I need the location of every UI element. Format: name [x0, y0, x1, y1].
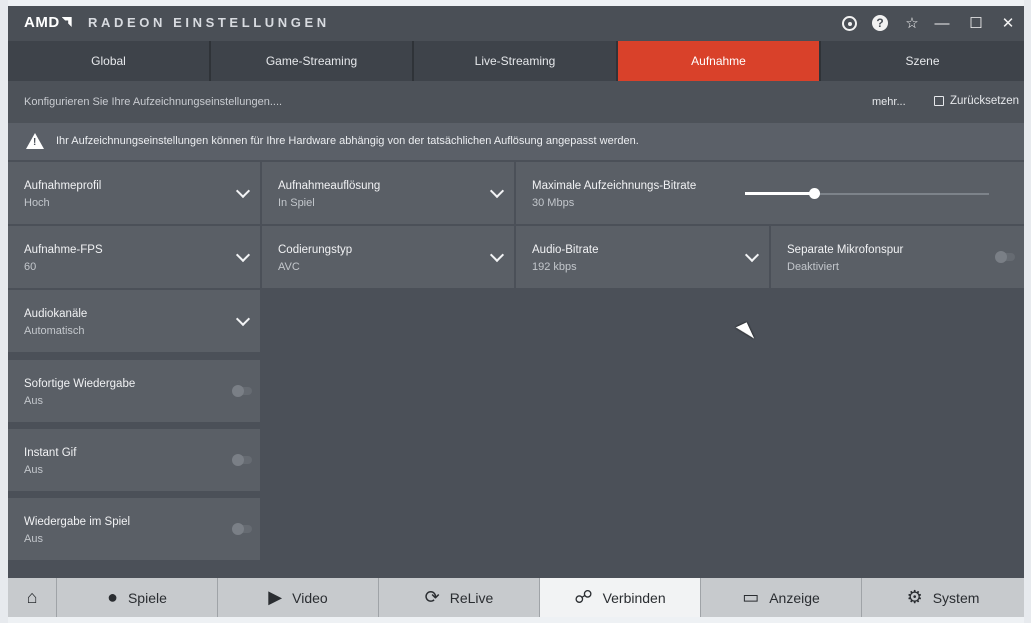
mic-track-toggle[interactable] — [995, 251, 1015, 263]
tab-global[interactable]: Global — [8, 41, 211, 81]
reset-label: Zurücksetzen — [950, 95, 1020, 107]
bitrate-label: Maximale Aufzeichnungs-Bitrate — [532, 180, 697, 192]
background-window-edge-right — [1024, 0, 1031, 623]
chevron-down-icon — [744, 247, 760, 263]
nav-label: Spiele — [127, 589, 167, 606]
chevron-down-icon — [235, 183, 251, 199]
radeon-settings-window: AMD RADEON EINSTELLUNGEN ? ☆ — ☐ ✕ Globa… — [8, 6, 1024, 617]
tab-bar: Global Game-Streaming Live-Streaming Auf… — [8, 41, 1024, 81]
fps-label: Aufnahme-FPS — [24, 244, 103, 256]
nav-label: Verbinden — [602, 589, 666, 606]
instant-replay-toggle-tile[interactable]: Sofortige Wiedergabe Aus — [8, 360, 260, 422]
mic-track-toggle-tile[interactable]: Separate Mikrofonspur Deaktiviert — [771, 226, 1024, 288]
nav-home[interactable]: ⌂ — [8, 578, 57, 617]
play-icon: ▶ — [268, 587, 283, 607]
more-link[interactable]: mehr... — [872, 96, 906, 108]
profile-dropdown[interactable]: Aufnahmeprofil Hoch — [8, 162, 260, 224]
chevron-down-icon — [489, 183, 505, 199]
page-description: Konfigurieren Sie Ihre Aufzeichnungseins… — [24, 96, 283, 108]
fps-dropdown[interactable]: Aufnahme-FPS 60 — [8, 226, 260, 288]
bitrate-slider-tile: Maximale Aufzeichnungs-Bitrate 30 Mbps — [516, 162, 1024, 224]
instant-gif-toggle[interactable] — [232, 454, 252, 466]
resolution-dropdown[interactable]: Aufnahmeauflösung In Spiel — [262, 162, 514, 224]
bitrate-slider-thumb[interactable] — [809, 188, 820, 199]
instant-gif-value: Aus — [24, 464, 43, 476]
resolution-value: In Spiel — [278, 197, 315, 209]
profile-value: Hoch — [24, 197, 50, 209]
ingame-replay-value: Aus — [24, 533, 43, 545]
nav-video[interactable]: ▶ Video — [218, 578, 379, 617]
bitrate-slider-fill — [745, 192, 815, 195]
channels-label: Audiokanäle — [24, 308, 88, 320]
title-bar[interactable]: AMD RADEON EINSTELLUNGEN ? ☆ — ☐ ✕ — [8, 6, 1024, 41]
ingame-replay-toggle-tile[interactable]: Wiedergabe im Spiel Aus — [8, 498, 260, 560]
mouse-cursor — [735, 322, 755, 344]
chevron-down-icon — [235, 247, 251, 263]
reset-icon — [934, 96, 944, 106]
codec-label: Codierungstyp — [278, 244, 353, 256]
instant-gif-toggle-tile[interactable]: Instant Gif Aus — [8, 429, 260, 491]
home-icon: ⌂ — [26, 587, 38, 607]
warning-text: Ihr Aufzeichnungseinstellungen können fü… — [56, 135, 639, 147]
mic-track-label: Separate Mikrofonspur — [787, 244, 904, 256]
profile-label: Aufnahmeprofil — [24, 180, 102, 192]
instant-replay-value: Aus — [24, 395, 43, 407]
audio-bitrate-dropdown[interactable]: Audio-Bitrate 192 kbps — [516, 226, 769, 288]
warning-icon: ! — [26, 133, 44, 149]
resolution-label: Aufnahmeauflösung — [278, 180, 381, 192]
instant-gif-label: Instant Gif — [24, 447, 77, 459]
ingame-replay-label: Wiedergabe im Spiel — [24, 516, 131, 528]
nav-system[interactable]: ⚙ System — [862, 578, 1024, 617]
instant-replay-toggle[interactable] — [232, 385, 252, 397]
bitrate-value: 30 Mbps — [532, 197, 575, 209]
audio-bitrate-label: Audio-Bitrate — [532, 244, 599, 256]
bottom-nav: ⌂ ● Spiele ▶ Video ⟳ ReLive ☍ Verbinden … — [8, 578, 1024, 617]
ingame-replay-toggle[interactable] — [232, 523, 252, 535]
app-title: RADEON EINSTELLUNGEN — [88, 15, 330, 30]
nav-label: System — [932, 589, 980, 606]
codec-dropdown[interactable]: Codierungstyp AVC — [262, 226, 514, 288]
chevron-down-icon — [235, 311, 251, 327]
nav-relive[interactable]: ⟳ ReLive — [379, 578, 540, 617]
tab-szene[interactable]: Szene — [821, 41, 1024, 81]
nav-verbinden[interactable]: ☍ Verbinden — [540, 578, 701, 617]
channels-value: Automatisch — [24, 325, 85, 337]
codec-value: AVC — [278, 261, 300, 273]
close-icon[interactable]: ✕ — [998, 13, 1018, 33]
fps-value: 60 — [24, 261, 37, 273]
warning-banner: ! Ihr Aufzeichnungseinstellungen können … — [8, 123, 1024, 160]
mic-track-value: Deaktiviert — [787, 261, 839, 273]
reset-button[interactable]: Zurücksetzen — [934, 95, 1019, 107]
chevron-down-icon — [489, 247, 505, 263]
maximize-icon[interactable]: ☐ — [966, 13, 986, 33]
gamepad-icon: ● — [107, 587, 118, 607]
connect-icon: ☍ — [574, 587, 593, 607]
tab-aufnahme[interactable]: Aufnahme — [618, 41, 821, 81]
relive-icon: ⟳ — [424, 587, 440, 607]
amd-logo: AMD — [24, 14, 72, 31]
audio-bitrate-value: 192 kbps — [532, 261, 577, 273]
nav-label: Anzeige — [769, 589, 820, 606]
star-icon[interactable]: ☆ — [902, 13, 922, 33]
nav-anzeige[interactable]: ▭ Anzeige — [701, 578, 862, 617]
nav-spiele[interactable]: ● Spiele — [57, 578, 218, 617]
minimize-icon[interactable]: — — [932, 13, 952, 33]
tab-live-streaming[interactable]: Live-Streaming — [414, 41, 618, 81]
monitor-icon: ▭ — [742, 587, 760, 607]
tab-game-streaming[interactable]: Game-Streaming — [211, 41, 414, 81]
nav-label: ReLive — [449, 589, 494, 606]
gear-icon: ⚙ — [906, 587, 923, 607]
channels-dropdown[interactable]: Audiokanäle Automatisch — [8, 290, 260, 352]
nav-label: Video — [292, 589, 328, 606]
instant-replay-label: Sofortige Wiedergabe — [24, 378, 136, 390]
refresh-icon[interactable] — [842, 16, 857, 31]
background-window-edge — [0, 0, 8, 623]
help-icon[interactable]: ? — [872, 15, 888, 31]
description-bar: Konfigurieren Sie Ihre Aufzeichnungseins… — [8, 81, 1024, 123]
